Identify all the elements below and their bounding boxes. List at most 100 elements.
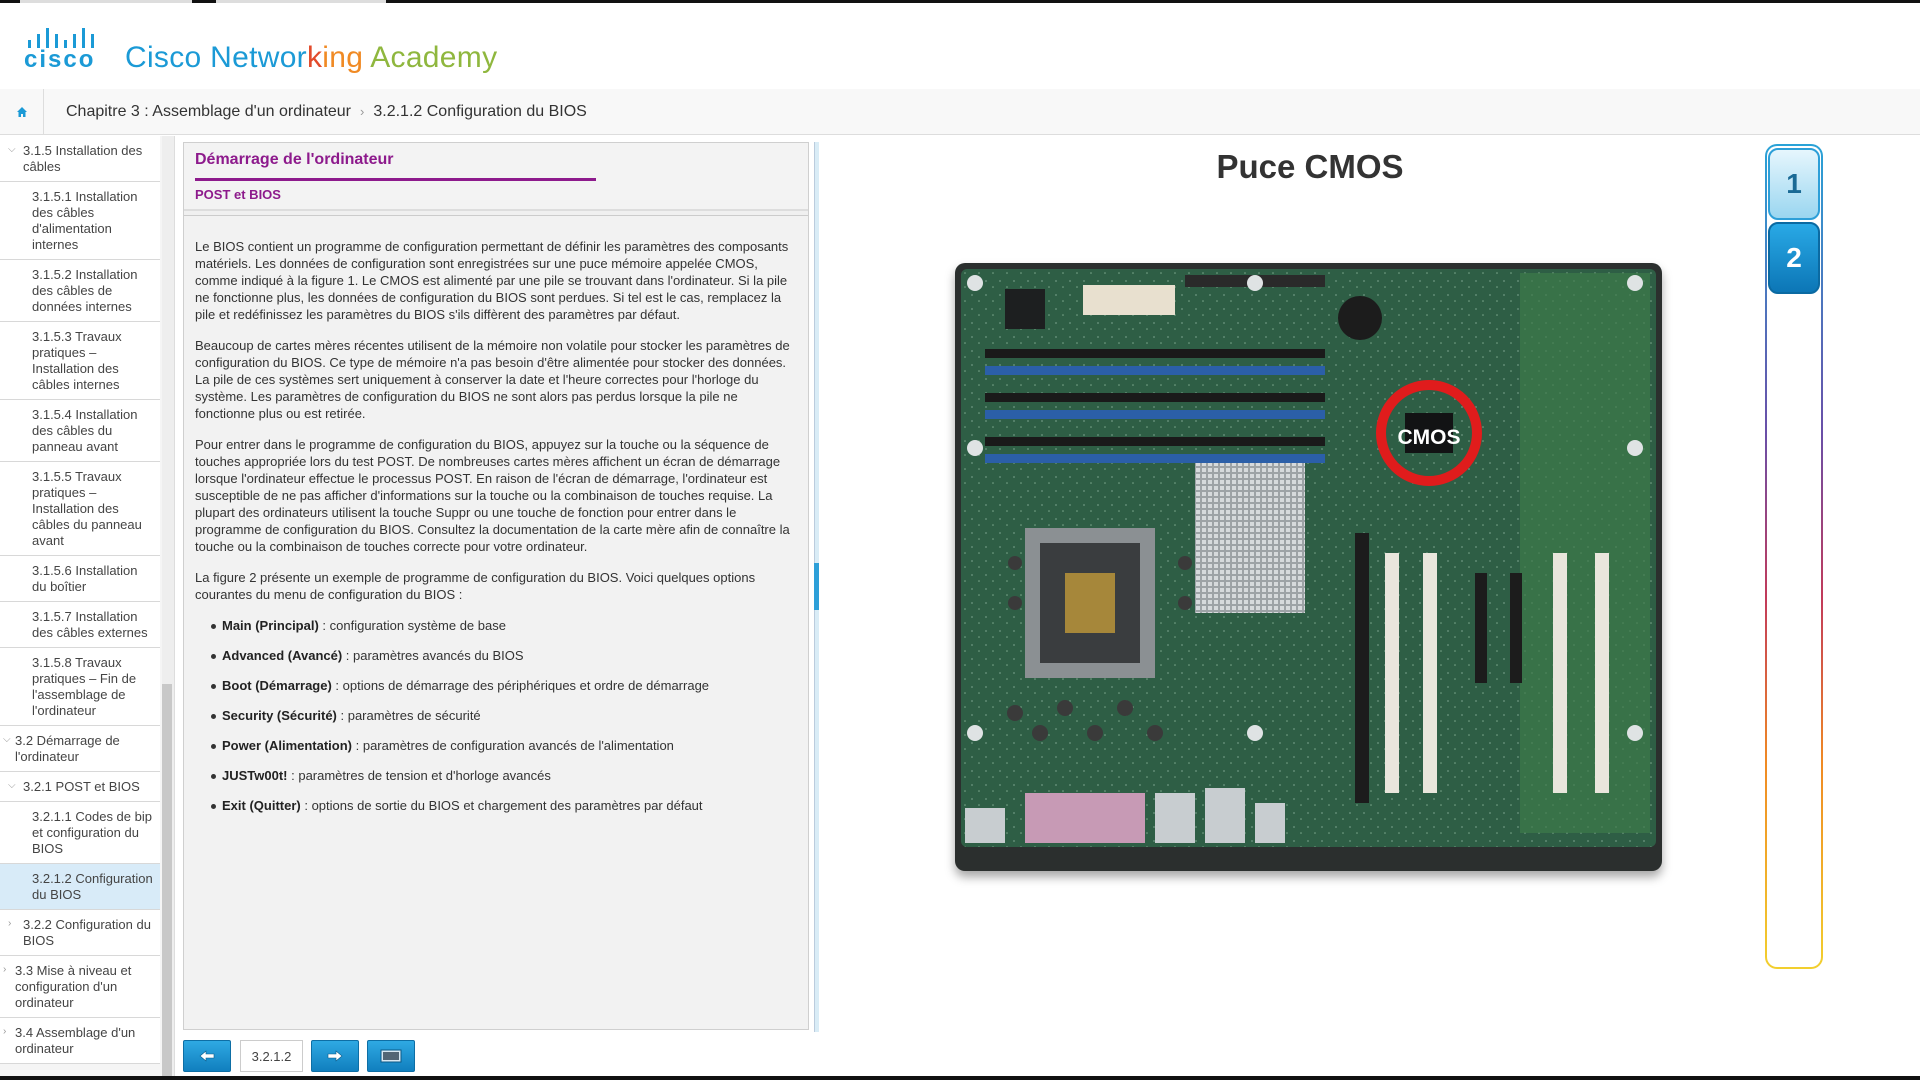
content-paragraph: La figure 2 présente un exemple de progr… bbox=[195, 570, 756, 602]
breadcrumb-chapter[interactable]: Chapitre 3 : Assemblage d'un ordinateur bbox=[66, 103, 351, 120]
sidebar-item[interactable]: ⌵ 3.1.5 Installation des câbles bbox=[0, 136, 160, 182]
sidebar-item-label: 3.2 Démarrage de l'ordinateur bbox=[15, 733, 120, 764]
sidebar-item-label: 3.1.5.2 Installation des câbles de donné… bbox=[32, 267, 138, 314]
page-number: 3.2.1.2 bbox=[240, 1040, 303, 1072]
content-header: Démarrage de l'ordinateur POST et BIOS bbox=[184, 143, 808, 211]
figure-tab-2[interactable]: 2 bbox=[1768, 222, 1820, 294]
title-underline bbox=[195, 178, 596, 181]
next-page-button[interactable] bbox=[311, 1040, 359, 1072]
chevron-down-icon[interactable]: ⌵ bbox=[3, 732, 11, 748]
content-paragraph: Le BIOS contient un programme de configu… bbox=[195, 239, 789, 322]
academy-title: Cisco Networking Academy bbox=[125, 41, 497, 75]
arrow-right-icon bbox=[327, 1050, 343, 1062]
chevron-right-icon[interactable]: › bbox=[8, 916, 11, 932]
content-paragraph: Beaucoup de cartes mères récentes utilis… bbox=[195, 338, 790, 421]
option-desc: : options de sortie du BIOS et chargemen… bbox=[300, 798, 703, 813]
sidebar-item-label: 3.1.5.7 Installation des câbles externes bbox=[32, 609, 148, 640]
sidebar-item[interactable]: › 3.3 Mise à niveau et configuration d'un… bbox=[0, 956, 160, 1018]
chevron-right-icon: › bbox=[360, 104, 365, 119]
list-item: Main (Principal) : configuration système… bbox=[211, 617, 796, 634]
figure-tab-1[interactable]: 1 bbox=[1768, 148, 1820, 220]
academy-title-part: Cisco Networ bbox=[125, 41, 307, 74]
option-term: Security (Sécurité) bbox=[222, 708, 337, 723]
sidebar-item[interactable]: › 3.2.2 Configuration du BIOS bbox=[0, 910, 160, 956]
home-icon bbox=[16, 106, 27, 117]
sidebar-item[interactable]: ⌵ 3.2.1 POST et BIOS bbox=[0, 772, 160, 802]
list-item: Exit (Quitter) : options de sortie du BI… bbox=[211, 797, 796, 814]
sidebar-item[interactable]: 3.1.5.4 Installation des câbles du panne… bbox=[0, 400, 160, 462]
sidebar-item[interactable]: › 3.4 Assemblage d'un ordinateur bbox=[0, 1018, 160, 1064]
sidebar-item[interactable]: 3.1.5.7 Installation des câbles externes bbox=[0, 602, 160, 648]
option-desc: : paramètres de sécurité bbox=[336, 708, 481, 723]
option-desc: : options de démarrage des périphériques… bbox=[331, 678, 710, 693]
cmos-callout-label: CMOS bbox=[1397, 426, 1461, 449]
list-item: Power (Alimentation) : paramètres de con… bbox=[211, 737, 796, 754]
sidebar-item[interactable]: 3.2.1.1 Codes de bip et configuration du… bbox=[0, 802, 160, 864]
option-desc: : configuration système de base bbox=[318, 618, 506, 633]
option-term: Advanced (Avancé) bbox=[222, 648, 343, 663]
breadcrumb-page: 3.2.1.2 Configuration du BIOS bbox=[373, 103, 587, 120]
chevron-down-icon[interactable]: ⌵ bbox=[8, 778, 16, 794]
previous-page-button[interactable] bbox=[183, 1040, 231, 1072]
screen-icon bbox=[380, 1049, 402, 1063]
sidebar-item[interactable]: 3.1.5.2 Installation des câbles de donné… bbox=[0, 260, 160, 322]
list-item: Security (Sécurité) : paramètres de sécu… bbox=[211, 707, 796, 724]
option-term: Main (Principal) bbox=[222, 618, 319, 633]
option-term: Boot (Démarrage) bbox=[222, 678, 332, 693]
academy-title-part: Academy bbox=[363, 41, 498, 74]
fullscreen-button[interactable] bbox=[367, 1040, 415, 1072]
sidebar-item[interactable]: 3.1.5.3 Travaux pratiques – Installation… bbox=[0, 322, 160, 400]
list-item: JUSTw00t! : paramètres de tension et d'h… bbox=[211, 767, 796, 784]
option-term: Power (Alimentation) bbox=[222, 738, 353, 753]
sidebar-scrollbar-thumb[interactable] bbox=[162, 684, 172, 1080]
academy-title-part: k bbox=[306, 41, 323, 74]
sidebar-item-label: 3.4 Assemblage d'un ordinateur bbox=[15, 1025, 136, 1056]
content-paragraph: Pour entrer dans le programme de configu… bbox=[195, 437, 790, 554]
list-item: Advanced (Avancé) : paramètres avancés d… bbox=[211, 647, 796, 664]
option-desc: : paramètres de tension et d'horloge ava… bbox=[287, 768, 551, 783]
sidebar-item-label: 3.3 Mise à niveau et configuration d'un … bbox=[15, 963, 132, 1010]
option-term: Exit (Quitter) bbox=[222, 798, 301, 813]
option-term: JUSTw00t! bbox=[222, 768, 288, 783]
arrow-left-icon bbox=[199, 1050, 215, 1062]
sidebar-item-label: 3.1.5.5 Travaux pratiques – Installation… bbox=[32, 469, 142, 548]
sidebar-list: ⌵ 3.1.5 Installation des câbles 3.1.5.1 In… bbox=[0, 136, 160, 1064]
media-title: Puce CMOS bbox=[1216, 148, 1404, 185]
chevron-right-icon[interactable]: › bbox=[3, 962, 6, 978]
content-panel: Démarrage de l'ordinateur POST et BIOS L… bbox=[183, 142, 809, 1030]
motherboard-illustration bbox=[961, 269, 1656, 847]
home-button[interactable] bbox=[0, 89, 44, 134]
bios-options-list: Main (Principal) : configuration système… bbox=[195, 617, 796, 814]
option-desc: : paramètres avancés du BIOS bbox=[342, 648, 524, 663]
sidebar-item-label: 3.1.5.4 Installation des câbles du panne… bbox=[32, 407, 138, 454]
sidebar-item[interactable]: 3.2.1.2 Configuration du BIOS bbox=[0, 864, 160, 910]
sidebar-item-label: 3.1.5.6 Installation du boîtier bbox=[32, 563, 138, 594]
sidebar-item-label: 3.2.2 Configuration du BIOS bbox=[23, 917, 151, 948]
app-header: cisco Cisco Networking Academy bbox=[0, 3, 1920, 92]
academy-title-part: ing bbox=[322, 41, 364, 74]
breadcrumb: Chapitre 3 : Assemblage d'un ordinateur ›… bbox=[66, 103, 587, 121]
content-body: Le BIOS contient un programme de configu… bbox=[184, 215, 808, 1029]
panel-divider-handle[interactable] bbox=[814, 563, 819, 610]
sidebar-item[interactable]: 3.1.5.1 Installation des câbles d'alimen… bbox=[0, 182, 160, 260]
sidebar-item-label: 3.2.1.2 Configuration du BIOS bbox=[32, 871, 153, 902]
window-bottom-edge bbox=[0, 1076, 1920, 1080]
option-desc: : paramètres de configuration avancés de… bbox=[352, 738, 674, 753]
content-title: Démarrage de l'ordinateur bbox=[195, 151, 394, 168]
sidebar-item-label: 3.2.1 POST et BIOS bbox=[23, 779, 140, 794]
motherboard-image bbox=[955, 263, 1662, 871]
sidebar-item-label: 3.2.1.1 Codes de bip et configuration du… bbox=[32, 809, 152, 856]
cisco-logo-word: cisco bbox=[24, 46, 96, 73]
list-item: Boot (Démarrage) : options de démarrage … bbox=[211, 677, 796, 694]
sidebar-item[interactable]: 3.1.5.5 Travaux pratiques – Installation… bbox=[0, 462, 160, 556]
sidebar-item[interactable]: 3.1.5.8 Travaux pratiques – Fin de l'ass… bbox=[0, 648, 160, 726]
sidebar-item[interactable]: ⌵ 3.2 Démarrage de l'ordinateur bbox=[0, 726, 160, 772]
chevron-down-icon[interactable]: ⌵ bbox=[8, 142, 16, 158]
chevron-right-icon[interactable]: › bbox=[3, 1024, 6, 1040]
content-subtitle: POST et BIOS bbox=[195, 187, 281, 202]
sidebar-item-label: 3.1.5.8 Travaux pratiques – Fin de l'ass… bbox=[32, 655, 137, 718]
sidebar-item-label: 3.1.5.1 Installation des câbles d'alimen… bbox=[32, 189, 138, 252]
sidebar-item-label: 3.1.5 Installation des câbles bbox=[23, 143, 143, 174]
sidebar-item[interactable]: 3.1.5.6 Installation du boîtier bbox=[0, 556, 160, 602]
sidebar-item-label: 3.1.5.3 Travaux pratiques – Installation… bbox=[32, 329, 122, 392]
